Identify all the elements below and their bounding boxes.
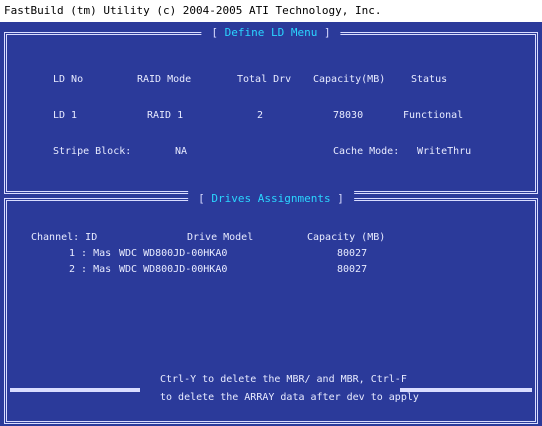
stripe-block-label: Stripe Block: <box>53 146 132 157</box>
define-ld-title: [ Define LD Menu ] <box>201 25 341 41</box>
title-left-bracket: [ <box>198 192 212 205</box>
col-drive-capacity: Capacity (MB) <box>307 232 386 243</box>
cache-mode-label: Cache Mode: <box>333 146 400 157</box>
title-right-bracket: ] <box>317 26 331 39</box>
col-ld-no: LD No <box>53 74 84 85</box>
drive-2-model[interactable]: WDC WD800JD-00HKA0 <box>119 263 227 277</box>
col-capacity: Capacity(MB) <box>313 74 386 85</box>
col-status: Status <box>411 74 448 85</box>
footer-line-1: Ctrl-Y to delete the MBR/ and MBR, Ctrl-… <box>160 374 407 385</box>
drives-title-text: Drives Assignments <box>211 192 331 205</box>
ld-raid-mode: RAID 1 <box>147 110 184 121</box>
drive-1-model[interactable]: WDC WD800JD-00HKA0 <box>119 247 227 261</box>
ld-number: LD 1 <box>53 110 78 121</box>
title-right-bracket: ] <box>330 192 344 205</box>
drive-2-id[interactable]: 2 : Mas <box>69 263 111 277</box>
define-ld-title-text: Define LD Menu <box>224 26 318 39</box>
ld-total-drv: 2 <box>257 110 264 121</box>
col-drive-model: Drive Model <box>187 232 254 243</box>
window-title: FastBuild (tm) Utility (c) 2004-2005 ATI… <box>0 0 542 22</box>
drives-title: [ Drives Assignments ] <box>188 191 354 207</box>
footer-right-bar <box>400 388 532 392</box>
ld-capacity: 78030 <box>333 110 364 121</box>
cache-mode-value[interactable]: WriteThru <box>417 145 471 159</box>
title-left-bracket: [ <box>211 26 225 39</box>
footer-left-bar <box>10 388 140 392</box>
drive-2-capacity[interactable]: 80027 <box>337 263 367 277</box>
col-channel-id: Channel: ID <box>31 232 98 243</box>
ld-status: Functional <box>403 110 464 121</box>
drive-1-id[interactable]: 1 : Mas <box>69 247 111 261</box>
bios-screen: [ Define LD Menu ] LD No RAID Mode Total… <box>0 22 542 426</box>
footer-line-2: to delete the ARRAY data after dev to ap… <box>160 392 419 403</box>
drive-1-capacity[interactable]: 80027 <box>337 247 367 261</box>
col-raid-mode: RAID Mode <box>137 74 192 85</box>
define-ld-panel: [ Define LD Menu ] LD No RAID Mode Total… <box>4 25 538 194</box>
col-total-drv: Total Drv <box>237 74 292 85</box>
stripe-block-value[interactable]: NA <box>175 145 187 159</box>
